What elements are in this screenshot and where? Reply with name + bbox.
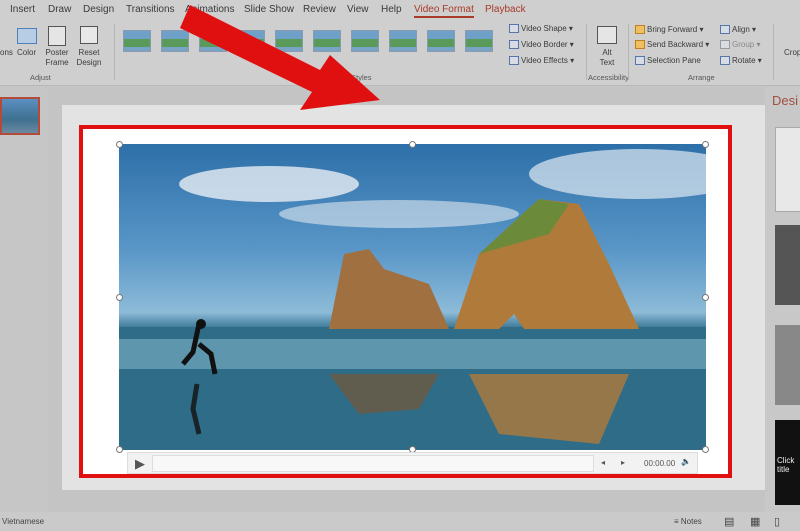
annotation-arrow [180, 5, 380, 110]
design-idea-placeholder-title: Click title [777, 456, 795, 474]
design-idea-2[interactable] [775, 225, 800, 305]
designer-pane: Desi Click title [765, 87, 800, 512]
reading-view-icon[interactable]: ▯ [774, 515, 780, 528]
slide-sorter-icon[interactable]: ▦ [750, 515, 760, 528]
language-indicator[interactable]: Vietnamese [2, 517, 44, 526]
designer-pane-title: Desi [772, 93, 799, 108]
design-idea-4[interactable]: Click title [775, 420, 800, 505]
notes-button[interactable]: ≡ Notes [674, 517, 702, 526]
design-idea-1[interactable] [775, 127, 800, 212]
notes-icon: ≡ [674, 517, 679, 526]
normal-view-icon[interactable]: ▤ [724, 515, 734, 528]
status-bar: Vietnamese ≡ Notes ▤ ▦ ▯ [0, 512, 800, 531]
design-idea-3[interactable] [775, 325, 800, 405]
